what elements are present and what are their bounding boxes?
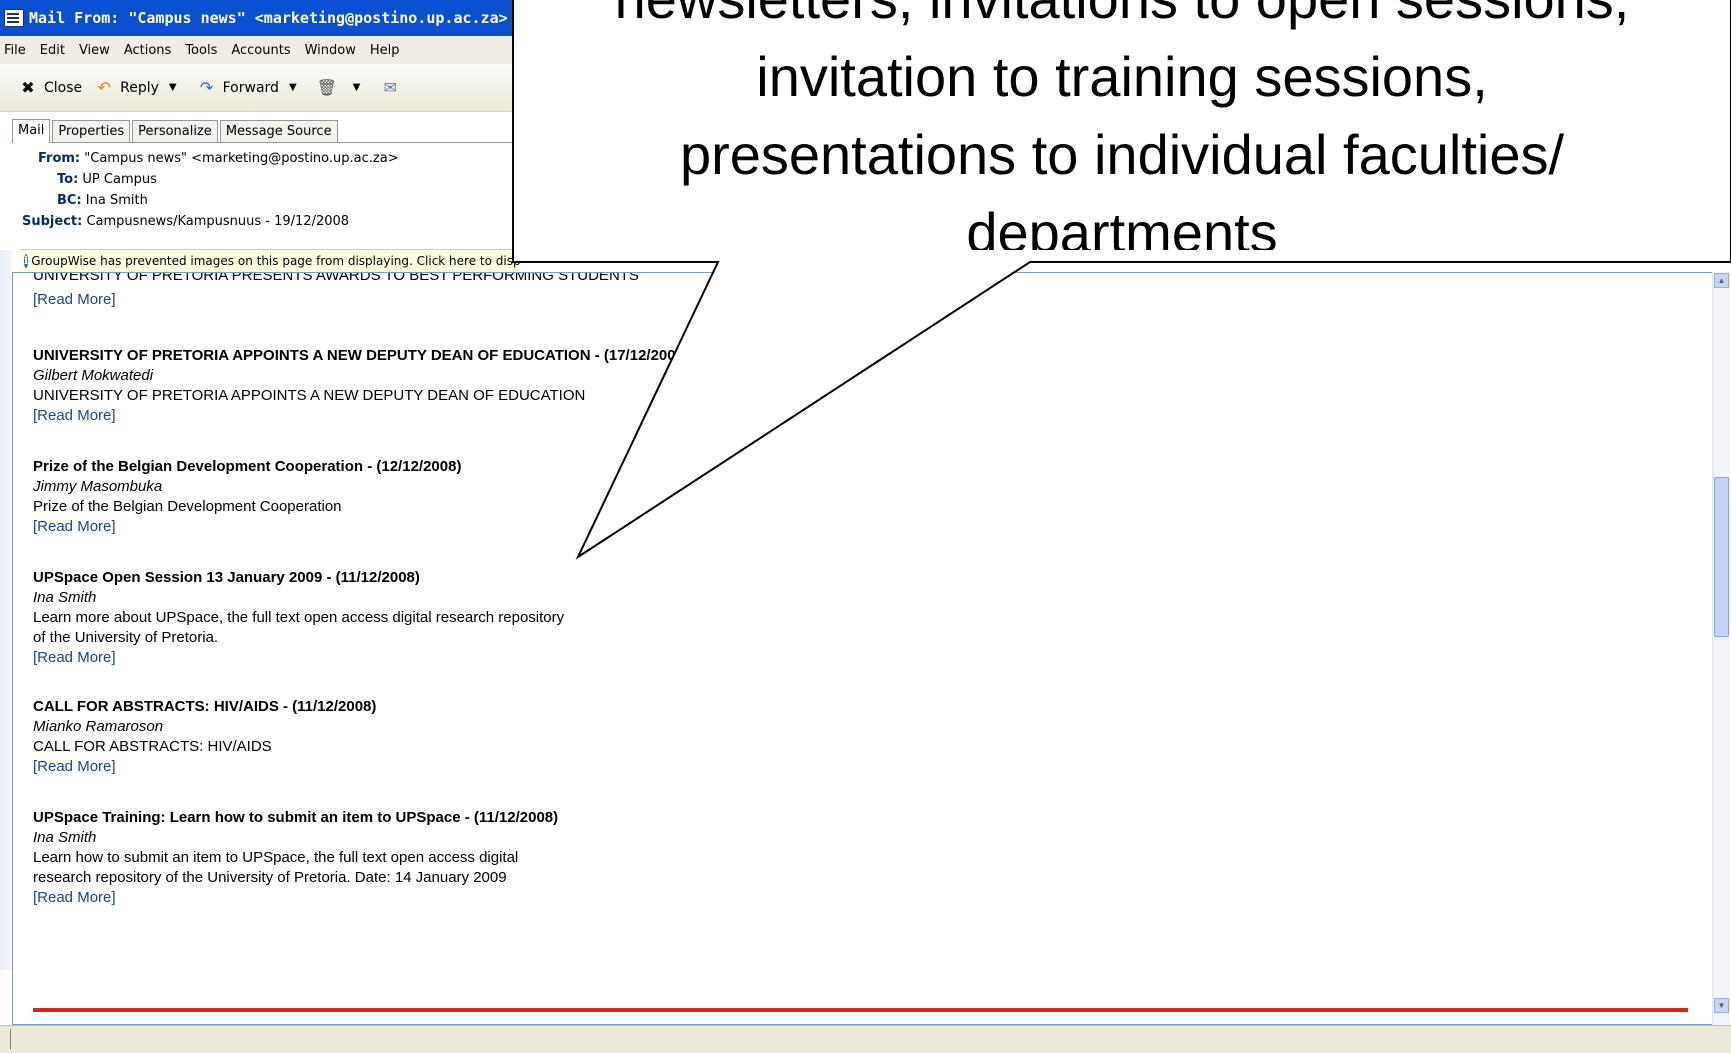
- news-desc-line: UNIVERSITY OF PRETORIA APPOINTS A NEW DE…: [33, 387, 586, 404]
- mail-icon: [4, 9, 24, 27]
- status-bar: [0, 1025, 1731, 1053]
- news-desc-line: of the University of Pretoria.: [33, 629, 219, 646]
- envelope-previous-icon: ✉: [383, 77, 398, 97]
- tab-message-source[interactable]: Message Source: [219, 120, 338, 142]
- news-desc-line: Prize of the Belgian Development Coopera…: [33, 498, 342, 515]
- news-author: Mianko Ramaroson: [33, 718, 164, 735]
- tab-properties[interactable]: Properties: [52, 120, 131, 142]
- divider-rule: [33, 1008, 1688, 1012]
- callout-line: presentations to individual faculties/: [679, 123, 1565, 186]
- reply-icon: ↶: [97, 77, 111, 97]
- info-icon: i: [24, 254, 29, 268]
- bc-value[interactable]: Ina Smith: [86, 193, 148, 208]
- trash-icon: 🗑: [316, 77, 337, 97]
- read-more-link[interactable]: [Read More]: [33, 648, 733, 668]
- menu-file[interactable]: File: [4, 43, 26, 58]
- reply-label: Reply: [120, 79, 159, 96]
- news-desc-line: Learn more about UPSpace, the full text …: [33, 609, 565, 626]
- window-edge: [0, 250, 12, 970]
- close-label: Close: [44, 79, 83, 96]
- menu-bar: File Edit View Actions Tools Accounts Wi…: [0, 36, 520, 64]
- forward-dropdown-icon[interactable]: ▼: [289, 82, 297, 93]
- status-divider: [10, 1029, 11, 1049]
- previous-button[interactable]: ✉: [380, 78, 406, 98]
- subject-label: Subject:: [22, 214, 83, 229]
- callout-line: newsletters, invitations to open session…: [513, 0, 1731, 38]
- image-blocked-infobar[interactable]: i GroupWise has prevented images on this…: [20, 249, 520, 272]
- news-title: UPSpace Open Session 13 January 2009 - (…: [33, 569, 420, 586]
- news-item: CALL FOR ABSTRACTS: HIV/AIDS - (11/12/20…: [33, 697, 733, 777]
- read-more-link[interactable]: [Read More]: [33, 757, 733, 777]
- news-title: Prize of the Belgian Development Coopera…: [33, 458, 462, 475]
- news-title: UNIVERSITY OF PRETORIA APPOINTS A NEW DE…: [33, 347, 689, 364]
- from-row: From: "Campus news" <marketing@postino.u…: [38, 151, 399, 166]
- scroll-down-icon[interactable]: ▼: [1714, 998, 1729, 1013]
- message-body: UNIVERSITY OF PRETORIA PRESENTS AWARDS T…: [12, 272, 1717, 1025]
- delete-dropdown-icon[interactable]: ▼: [353, 82, 361, 93]
- news-desc-line: Learn how to submit an item to UPSpace, …: [33, 849, 519, 866]
- menu-window[interactable]: Window: [305, 43, 356, 58]
- infobar-text[interactable]: GroupWise has prevented images on this p…: [31, 254, 520, 268]
- news-desc-line: CALL FOR ABSTRACTS: HIV/AIDS: [33, 738, 272, 755]
- read-more-link[interactable]: [Read More]: [33, 888, 733, 908]
- news-author: Ina Smith: [33, 829, 97, 846]
- read-more-link[interactable]: [Read More]: [33, 517, 733, 537]
- bc-label: BC:: [57, 193, 82, 208]
- message-header: From: "Campus news" <marketing@postino.u…: [20, 151, 520, 246]
- news-desc-line: research repository of the University of…: [33, 869, 507, 886]
- news-item: UNIVERSITY OF PRETORIA APPOINTS A NEW DE…: [33, 346, 733, 426]
- news-author: Jimmy Masombuka: [33, 478, 163, 495]
- window-title: Mail From: "Campus news" <marketing@post…: [29, 9, 508, 27]
- tab-personalize[interactable]: Personalize: [132, 120, 218, 142]
- news-author: Gilbert Mokwatedi: [33, 367, 154, 384]
- bc-row: BC: Ina Smith: [57, 193, 148, 208]
- from-label: From:: [38, 151, 81, 166]
- news-author: Ina Smith: [33, 589, 97, 606]
- close-button[interactable]: ✖ Close: [18, 78, 82, 98]
- title-bar: Mail From: "Campus news" <marketing@post…: [0, 0, 520, 36]
- reply-dropdown-icon[interactable]: ▼: [169, 82, 177, 93]
- read-more-link[interactable]: [Read More]: [33, 290, 116, 310]
- forward-icon: ↷: [199, 77, 214, 97]
- scroll-thumb[interactable]: [1714, 477, 1729, 637]
- forward-label: Forward: [222, 79, 279, 96]
- callout-line: departments: [966, 201, 1278, 250]
- to-row: To: UP Campus: [57, 172, 157, 187]
- reply-button[interactable]: ↶ Reply ▼: [94, 78, 184, 98]
- from-value[interactable]: "Campus news" <marketing@postino.up.ac.z…: [84, 151, 398, 166]
- callout-line: invitation to training sessions,: [756, 45, 1488, 108]
- read-more-link[interactable]: [Read More]: [33, 406, 733, 426]
- menu-help[interactable]: Help: [370, 43, 400, 58]
- menu-tools[interactable]: Tools: [185, 43, 217, 58]
- menu-actions[interactable]: Actions: [124, 43, 172, 58]
- subject-value: Campusnews/Kampusnuus - 19/12/2008: [86, 214, 350, 229]
- menu-edit[interactable]: Edit: [40, 43, 65, 58]
- to-label: To:: [57, 172, 79, 187]
- news-item: UPSpace Open Session 13 January 2009 - (…: [33, 568, 733, 668]
- close-icon: ✖: [21, 77, 35, 97]
- news-item: Prize of the Belgian Development Coopera…: [33, 457, 733, 537]
- vertical-scrollbar[interactable]: ▲ ▼: [1712, 272, 1730, 1025]
- delete-button[interactable]: 🗑 ▼: [317, 78, 369, 98]
- clipped-news-title: UNIVERSITY OF PRETORIA PRESENTS AWARDS T…: [33, 272, 639, 284]
- news-item: UPSpace Training: Learn how to submit an…: [33, 808, 733, 908]
- menu-accounts[interactable]: Accounts: [231, 43, 290, 58]
- tab-mail[interactable]: Mail: [12, 119, 51, 143]
- tab-strip: Mail Properties Personalize Message Sour…: [12, 116, 520, 143]
- subject-row: Subject: Campusnews/Kampusnuus - 19/12/2…: [22, 214, 349, 229]
- to-value[interactable]: UP Campus: [82, 172, 156, 187]
- news-title: UPSpace Training: Learn how to submit an…: [33, 809, 559, 826]
- scroll-up-icon[interactable]: ▲: [1714, 273, 1729, 288]
- news-title: CALL FOR ABSTRACTS: HIV/AIDS - (11/12/20…: [33, 698, 377, 715]
- menu-view[interactable]: View: [79, 43, 110, 58]
- callout-text: newsletters, invitations to open session…: [513, 0, 1731, 250]
- toolbar: ✖ Close ↶ Reply ▼ ↷ Forward ▼ 🗑 ▼ ✉: [0, 64, 520, 112]
- forward-button[interactable]: ↷ Forward ▼: [197, 78, 305, 98]
